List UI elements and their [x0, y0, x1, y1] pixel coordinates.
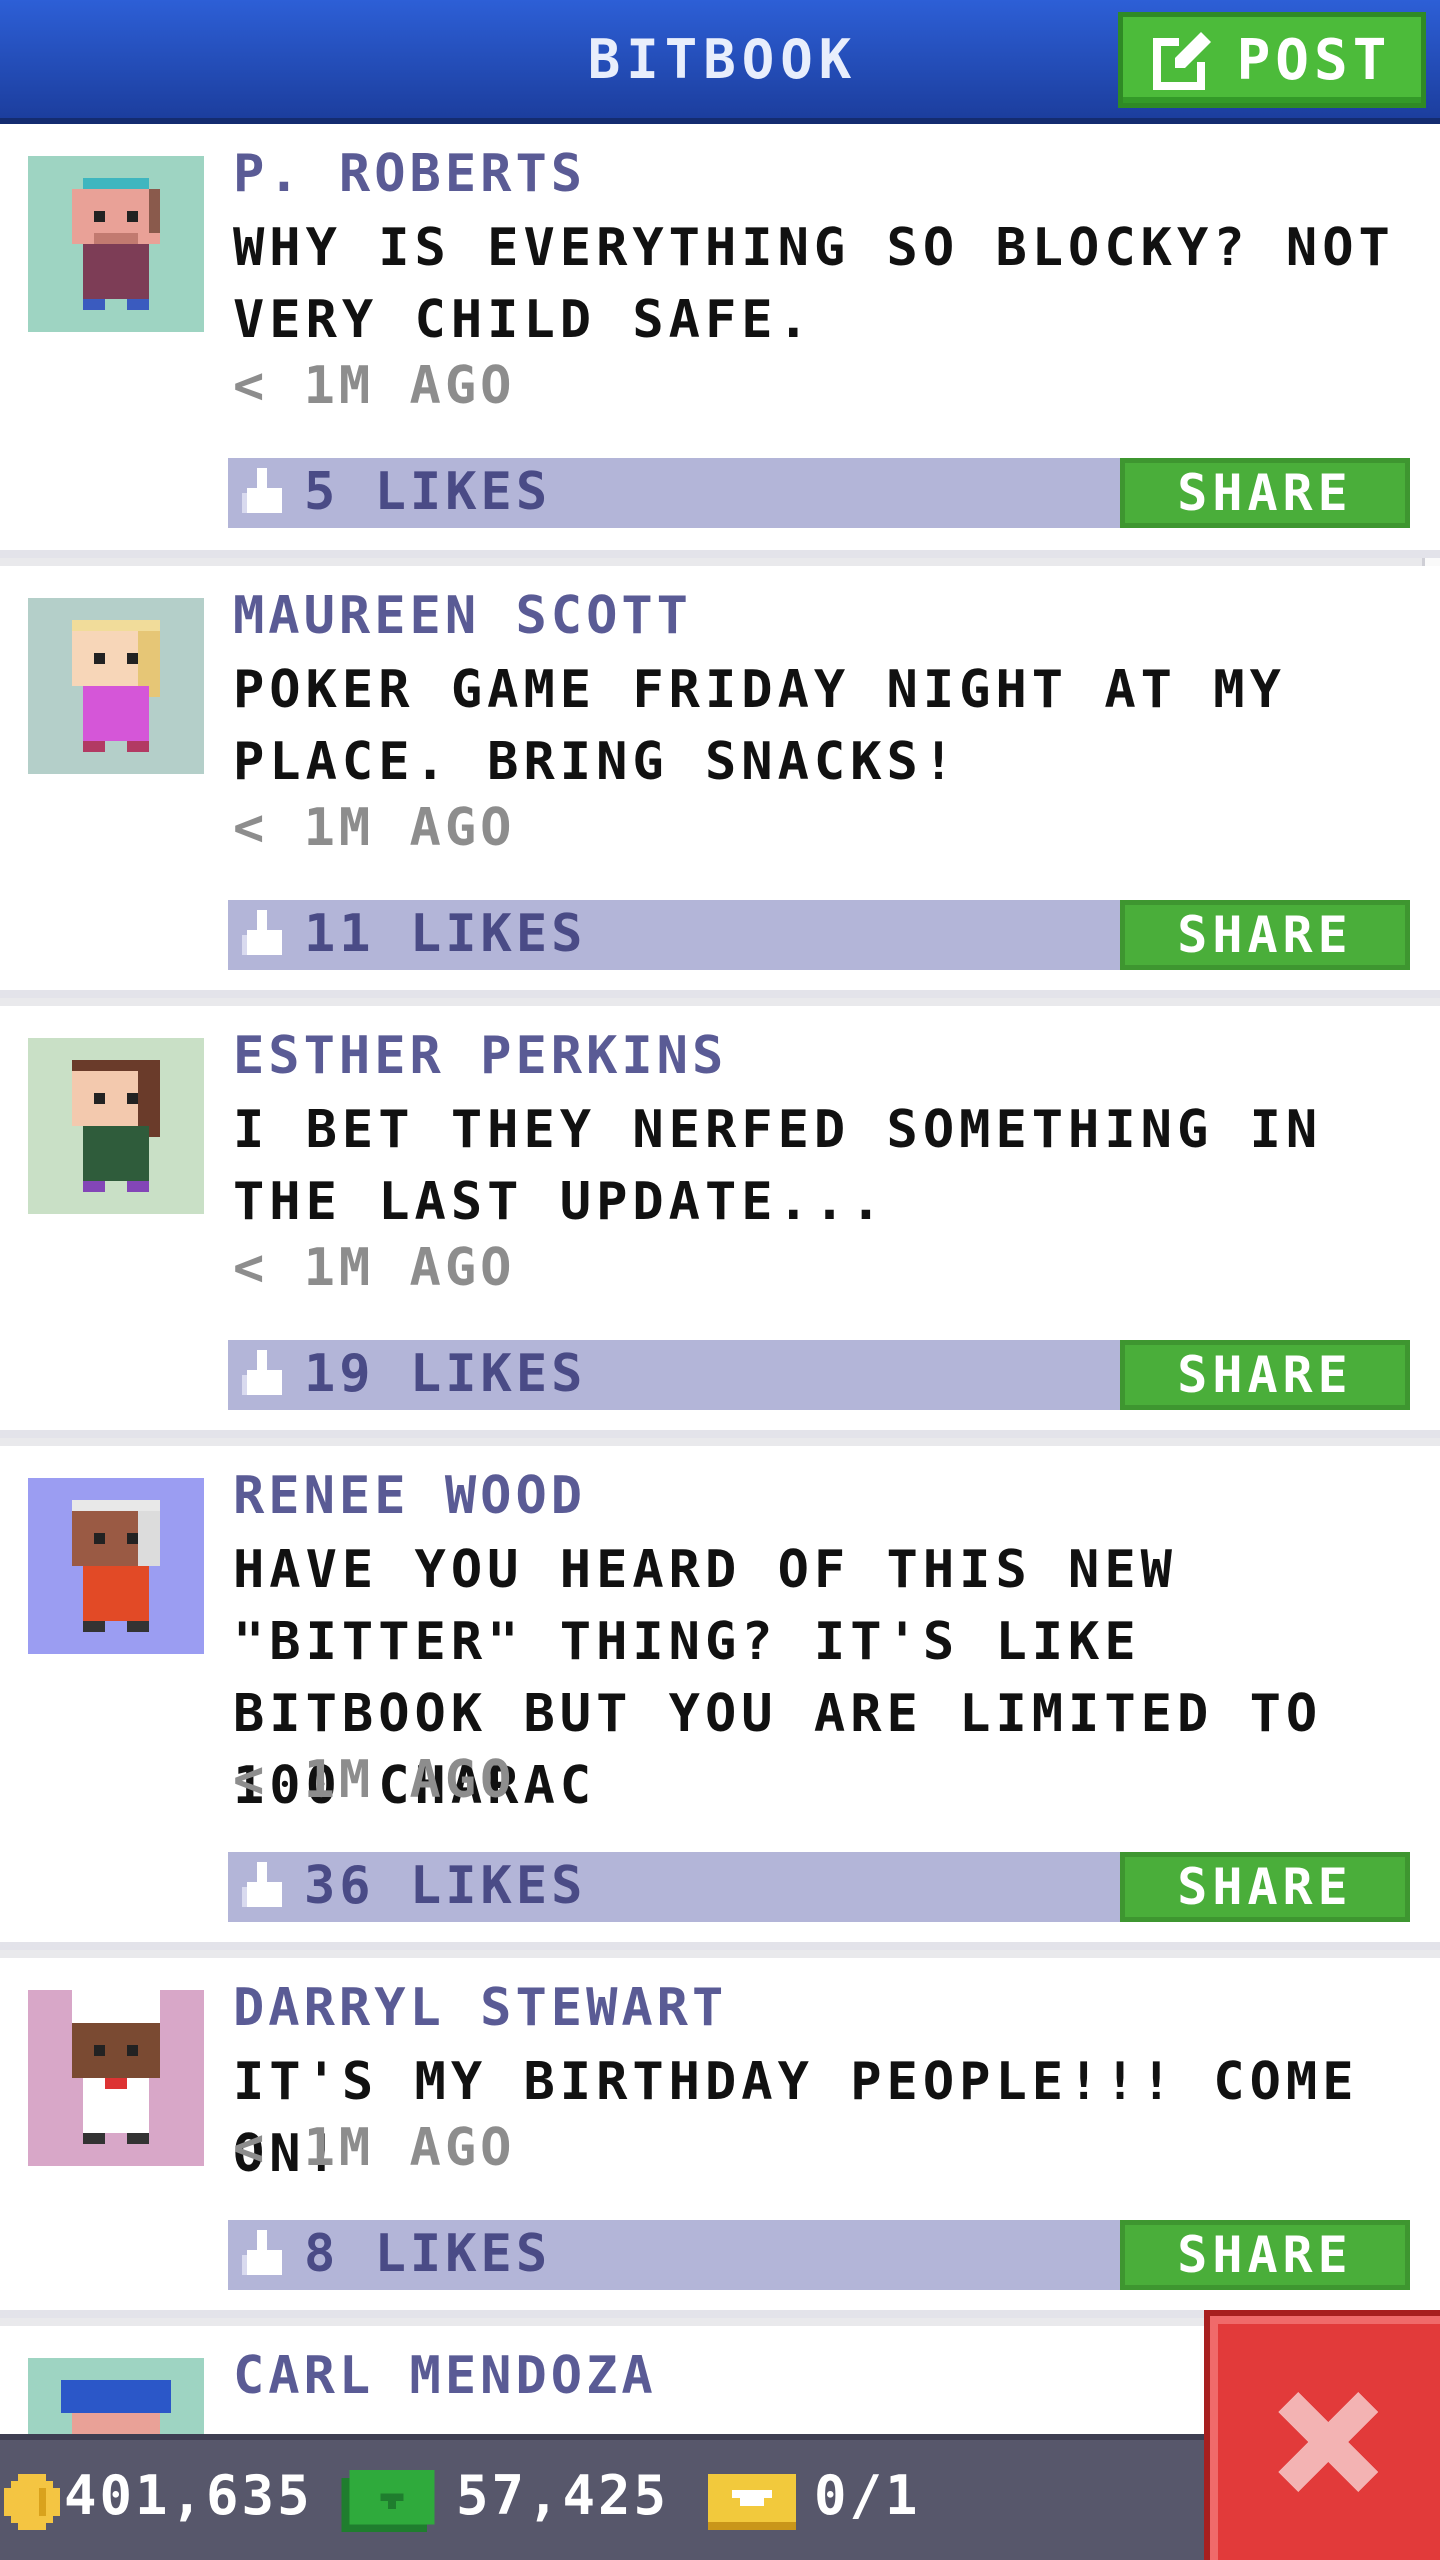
- post-button-label: POST: [1236, 27, 1392, 93]
- coin-icon: [4, 2474, 60, 2530]
- share-button[interactable]: SHARE: [1120, 1852, 1410, 1922]
- share-button[interactable]: SHARE: [1120, 1340, 1410, 1410]
- likes-count: 19 LIKES: [304, 1344, 587, 1404]
- post-card: RENEE WOOD HAVE YOU HEARD OF THIS NEW "B…: [0, 1446, 1440, 1950]
- share-button[interactable]: SHARE: [1120, 900, 1410, 970]
- avatar[interactable]: [28, 598, 204, 774]
- post-button[interactable]: POST: [1118, 12, 1426, 108]
- coins-count: 401,635: [64, 2464, 313, 2527]
- likes-bar: 19 LIKES SHARE: [228, 1340, 1410, 1410]
- post-author[interactable]: MAUREEN SCOTT: [233, 586, 692, 646]
- avatar[interactable]: [28, 1478, 204, 1654]
- post-message: I BET THEY NERFED SOMETHING IN THE LAST …: [233, 1100, 1323, 1232]
- post-card: P. ROBERTS WHY IS EVERYTHING SO BLOCKY? …: [0, 124, 1440, 558]
- avatar[interactable]: [28, 156, 204, 332]
- avatar[interactable]: [28, 1990, 204, 2166]
- post-message: WHY IS EVERYTHING SO BLOCKY? NOT VERY CH…: [233, 218, 1395, 350]
- avatar[interactable]: [28, 2358, 204, 2434]
- thumbs-up-icon[interactable]: [242, 2230, 282, 2280]
- app-header: BITBOOK POST: [0, 0, 1440, 124]
- likes-bar: 8 LIKES SHARE: [228, 2220, 1410, 2290]
- close-button[interactable]: [1204, 2310, 1440, 2560]
- bux-count: 57,425: [456, 2464, 670, 2527]
- thumbs-up-icon[interactable]: [242, 468, 282, 518]
- share-button[interactable]: SHARE: [1120, 2220, 1410, 2290]
- likes-count: 8 LIKES: [304, 2224, 552, 2284]
- thumbs-up-icon[interactable]: [242, 910, 282, 960]
- likes-bar: 5 LIKES SHARE: [228, 458, 1410, 528]
- post-author[interactable]: CARL MENDOZA: [233, 2346, 657, 2406]
- post-card: DARRYL STEWART IT'S MY BIRTHDAY PEOPLE!!…: [0, 1958, 1440, 2318]
- likes-count: 36 LIKES: [304, 1856, 587, 1916]
- likes-count: 5 LIKES: [304, 462, 552, 522]
- thumbs-up-icon[interactable]: [242, 1350, 282, 1400]
- post-time: < 1M AGO: [233, 1238, 516, 1298]
- edit-icon: [1152, 32, 1213, 90]
- close-icon: [1278, 2392, 1378, 2492]
- post-time: < 1M AGO: [233, 798, 516, 858]
- likes-bar: 11 LIKES SHARE: [228, 900, 1410, 970]
- bux-icon: [341, 2470, 435, 2532]
- post-author[interactable]: P. ROBERTS: [233, 144, 586, 204]
- thumbs-up-icon[interactable]: [242, 1862, 282, 1912]
- tickets-count: 0/1: [814, 2464, 921, 2527]
- avatar[interactable]: [28, 1038, 204, 1214]
- post-message: POKER GAME FRIDAY NIGHT AT MY PLACE. BRI…: [233, 660, 1286, 792]
- post-author[interactable]: ESTHER PERKINS: [233, 1026, 727, 1086]
- post-card: MAUREEN SCOTT POKER GAME FRIDAY NIGHT AT…: [0, 566, 1440, 998]
- post-time: < 1M AGO: [233, 2118, 516, 2178]
- feed[interactable]: P. ROBERTS WHY IS EVERYTHING SO BLOCKY? …: [0, 124, 1440, 2434]
- post-author[interactable]: RENEE WOOD: [233, 1466, 586, 1526]
- likes-bar: 36 LIKES SHARE: [228, 1852, 1410, 1922]
- post-time: < 1M AGO: [233, 356, 516, 416]
- share-button[interactable]: SHARE: [1120, 458, 1410, 528]
- likes-count: 11 LIKES: [304, 904, 587, 964]
- post-author[interactable]: DARRYL STEWART: [233, 1978, 727, 2038]
- post-card: ESTHER PERKINS I BET THEY NERFED SOMETHI…: [0, 1006, 1440, 1438]
- ticket-icon: [708, 2474, 796, 2530]
- post-time: < 1M AGO: [233, 1750, 516, 1810]
